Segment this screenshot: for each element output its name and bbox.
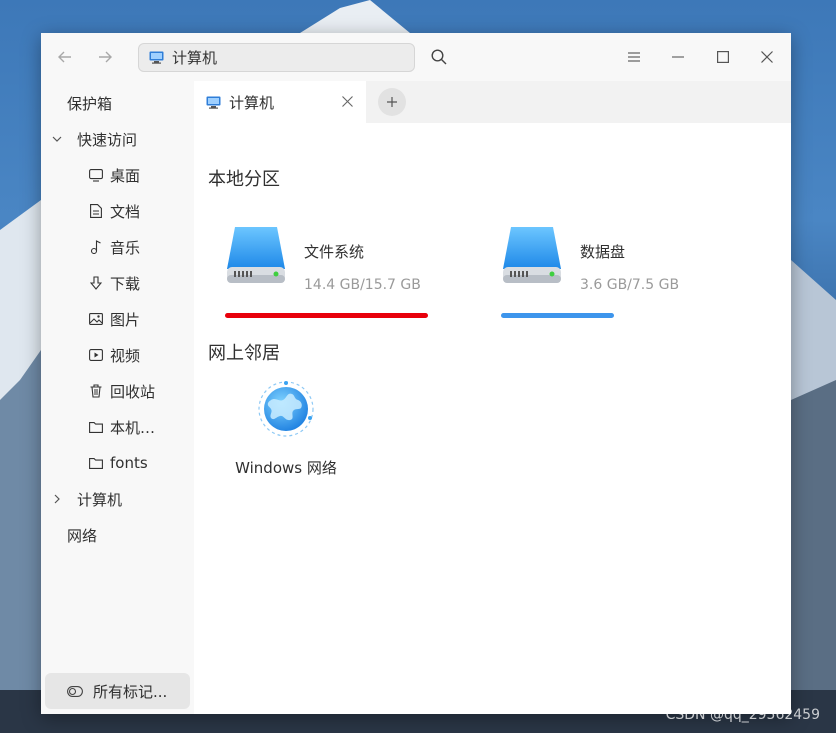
close-button[interactable] <box>755 45 779 69</box>
search-icon <box>431 49 447 65</box>
all-tags-button[interactable]: 所有标记... <box>45 673 190 709</box>
video-icon <box>88 347 104 363</box>
network-item-label: Windows 网络 <box>235 459 337 477</box>
chevron-down-icon[interactable] <box>49 131 65 147</box>
tab-label: 计算机 <box>229 93 275 112</box>
section-title-local: 本地分区 <box>208 169 280 190</box>
sidebar-item-label: 桌面 <box>110 166 141 185</box>
section-title-network: 网上邻居 <box>208 343 280 364</box>
folder-icon <box>88 455 104 471</box>
sidebar-item-label: fonts <box>110 454 148 472</box>
sidebar-item-label: 音乐 <box>110 238 141 257</box>
tab-bar: 计算机 <box>196 81 791 123</box>
maximize-button[interactable] <box>711 45 735 69</box>
tab-computer[interactable]: 计算机 <box>196 81 366 123</box>
sidebar-item-label: 本机… <box>110 418 156 437</box>
watermark: CSDN @qq_29562459 <box>665 707 820 723</box>
sidebar-item-label: 视频 <box>110 346 141 365</box>
all-tags-label: 所有标记... <box>93 682 168 701</box>
disk-usage-fill <box>225 313 428 318</box>
arrow-left-icon <box>58 51 71 63</box>
sidebar-item-label: 文档 <box>110 202 141 221</box>
plus-icon <box>387 97 397 107</box>
chevron-right-icon[interactable] <box>49 491 65 507</box>
search-button[interactable] <box>427 45 451 69</box>
sidebar-item-label: 图片 <box>110 310 141 329</box>
menu-button[interactable] <box>622 45 646 69</box>
disk-usage-bar <box>225 313 446 318</box>
hard-drive-icon <box>503 227 561 283</box>
disk-size: 3.6 GB/7.5 GB <box>580 277 680 293</box>
address-bar[interactable]: 计算机 <box>138 43 415 72</box>
close-icon <box>761 51 773 63</box>
folder-icon <box>88 419 104 435</box>
download-icon <box>88 275 104 291</box>
trash-icon <box>88 383 104 399</box>
forward-button[interactable] <box>93 45 117 69</box>
minimize-button[interactable] <box>666 45 690 69</box>
disk-name: 文件系统 <box>304 243 365 261</box>
disk-usage-fill <box>501 313 615 318</box>
sidebar-item-label: 快速访问 <box>77 130 138 149</box>
sidebar-item-vault[interactable]: 保护箱 <box>41 89 220 117</box>
back-button[interactable] <box>53 45 77 69</box>
sidebar-item-label: 保护箱 <box>67 94 113 113</box>
sidebar: 保护箱 快速访问 桌面 文档 音乐 下载 图片 视频 回收站 本机… fonts… <box>41 81 194 714</box>
computer-icon <box>206 96 221 109</box>
tag-icon <box>67 685 83 697</box>
globe-icon <box>258 381 314 437</box>
maximize-icon <box>717 51 729 63</box>
sidebar-item-label: 计算机 <box>77 490 123 509</box>
document-icon <box>88 203 104 219</box>
disk-size: 14.4 GB/15.7 GB <box>304 277 421 293</box>
file-manager-window: 计算机 保护箱 快速访问 桌面 文档 音乐 下载 图片 视频 回收站 本机… f… <box>41 33 791 714</box>
network-item-windows[interactable]: Windows 网络 <box>221 381 351 481</box>
tab-close-icon[interactable] <box>342 96 353 107</box>
desktop-icon <box>88 167 104 183</box>
arrow-right-icon <box>99 51 112 63</box>
menu-icon <box>628 52 640 62</box>
sidebar-item-computer[interactable]: 计算机 <box>41 485 202 513</box>
address-crumb[interactable]: 计算机 <box>172 47 217 68</box>
picture-icon <box>88 311 104 327</box>
titlebar: 计算机 <box>41 33 791 81</box>
disk-item-data[interactable]: 数据盘 3.6 GB/7.5 GB <box>501 217 741 327</box>
sidebar-item-label: 回收站 <box>110 382 156 401</box>
sidebar-item-network[interactable]: 网络 <box>41 521 220 549</box>
sidebar-item-label: 网络 <box>67 526 98 545</box>
disk-usage-bar <box>501 313 737 318</box>
disk-item-filesystem[interactable]: 文件系统 14.4 GB/15.7 GB <box>225 217 465 327</box>
main-content: 计算机 本地分区 文件系统 14.4 GB/15.7 GB 数据盘 3.6 GB… <box>196 81 791 714</box>
new-tab-button[interactable] <box>378 88 406 116</box>
sidebar-item-quick-access[interactable]: 快速访问 <box>41 125 202 153</box>
hard-drive-icon <box>227 227 285 283</box>
computer-icon <box>149 51 164 64</box>
disk-name: 数据盘 <box>580 243 626 261</box>
music-icon <box>88 239 104 255</box>
sidebar-item-label: 下载 <box>110 274 141 293</box>
minimize-icon <box>672 56 684 58</box>
